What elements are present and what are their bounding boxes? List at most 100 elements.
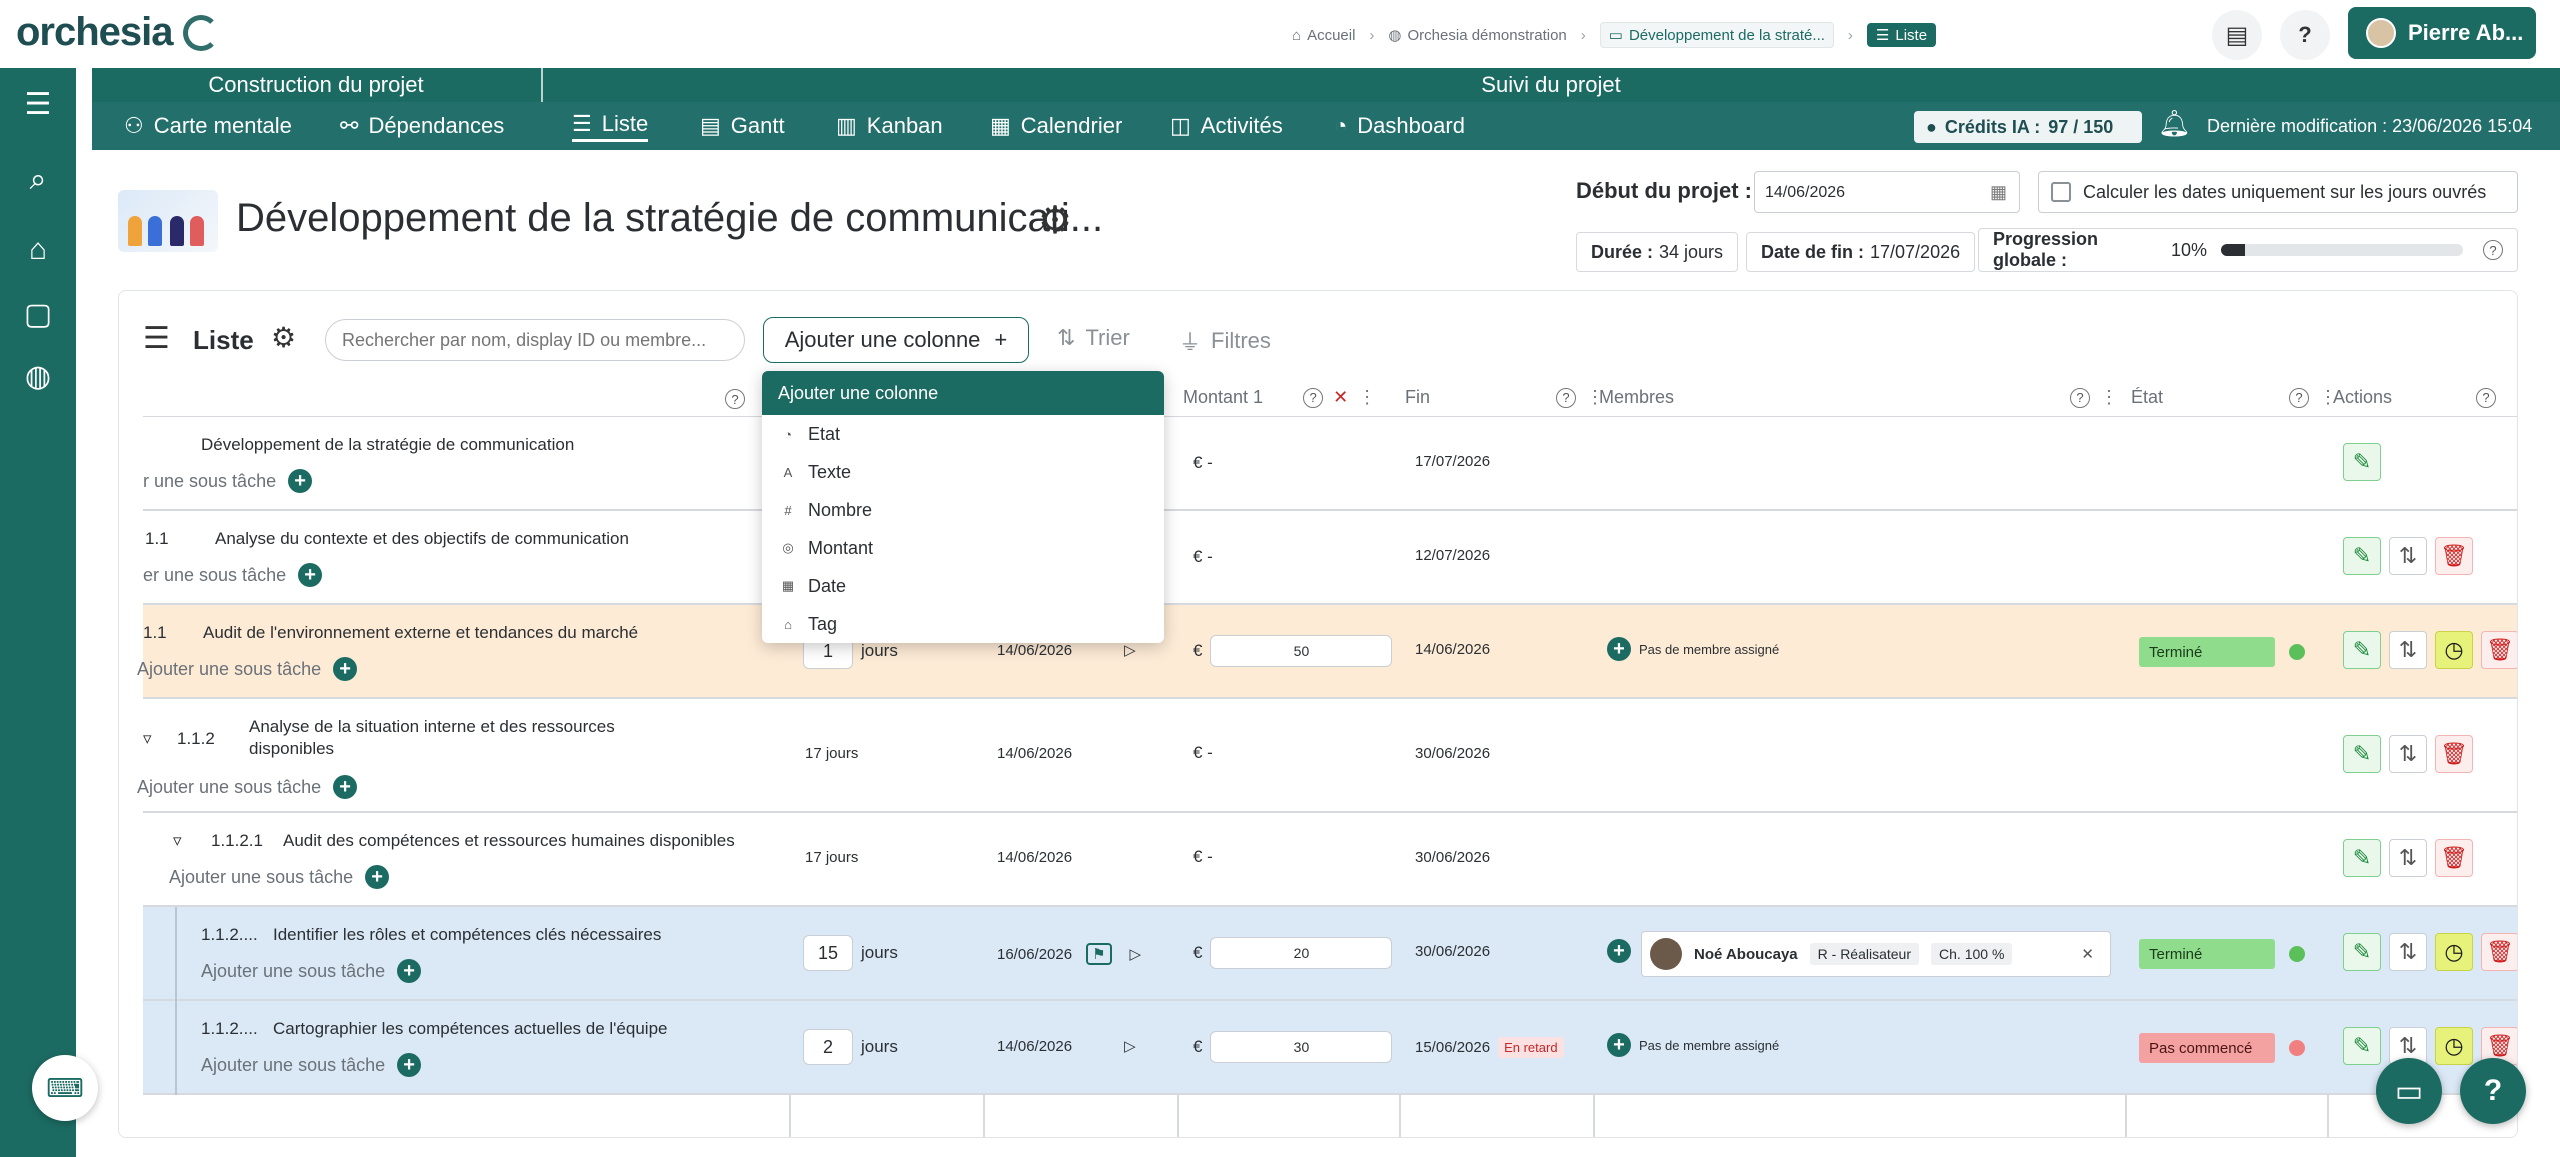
delete-icon[interactable]: 🗑︎ xyxy=(2481,631,2517,669)
edit-icon[interactable]: ✎ xyxy=(2343,933,2381,971)
add-column-button[interactable]: Ajouter une colonne + xyxy=(763,317,1029,363)
help-icon[interactable]: ? xyxy=(2483,240,2503,260)
move-icon[interactable]: ⇅ xyxy=(2389,933,2427,971)
col-montant[interactable]: Montant 1? ✕ ⋮ xyxy=(1183,387,1376,408)
help-button[interactable]: ? xyxy=(2460,1058,2526,1124)
help-icon[interactable]: ? xyxy=(2476,387,2497,408)
table-row[interactable]: 1.1.2.... Cartographier les compétences … xyxy=(143,1001,2517,1095)
assign-member[interactable]: + Pas de membre assigné xyxy=(1607,1033,1779,1057)
col-fin[interactable]: Fin? ⋮ xyxy=(1405,387,1604,408)
sort-button[interactable]: ⇅ Trier xyxy=(1057,325,1130,351)
task-name[interactable]: Audit de l'environnement externe et tend… xyxy=(203,623,638,643)
more-icon[interactable]: ⋮ xyxy=(1358,387,1376,408)
add-subtask[interactable]: Ajouter une sous tâche + xyxy=(201,1053,422,1077)
orchesia-logo[interactable]: orchesia xyxy=(16,10,219,55)
task-name[interactable]: Audit des compétences et ressources huma… xyxy=(283,831,735,851)
help-icon[interactable]: ? xyxy=(2289,387,2310,408)
breadcrumb-project[interactable]: ▭ Développement de la straté... xyxy=(1599,22,1834,48)
edit-icon[interactable]: ✎ xyxy=(2343,443,2381,481)
search-icon[interactable]: ⌕ xyxy=(20,162,56,198)
plus-icon[interactable]: + xyxy=(397,959,422,983)
delete-icon[interactable]: 🗑︎ xyxy=(2481,933,2517,971)
table-row[interactable]: ▿ 1.1.2.1 Audit des compétences et resso… xyxy=(143,813,2517,907)
breadcrumb-workspace[interactable]: ◍ Orchesia démonstration xyxy=(1388,26,1566,45)
list-settings-gear-icon[interactable]: ⚙ xyxy=(271,321,296,354)
help-icon[interactable]: ? xyxy=(725,389,745,409)
flag-icon[interactable]: ⚑ xyxy=(1086,943,1112,965)
globe-icon[interactable]: ◍ xyxy=(20,358,56,394)
dropdown-item-texte[interactable]: A Texte xyxy=(762,453,1164,491)
bell-icon[interactable]: 🔔︎ xyxy=(2158,108,2191,139)
play-icon[interactable]: ▷ xyxy=(1124,641,1136,659)
task-name[interactable]: Développement de la stratégie de communi… xyxy=(201,435,574,455)
help-icon[interactable]: ? xyxy=(2070,387,2091,408)
duration[interactable]: 15 jours xyxy=(803,935,898,971)
tab-activites[interactable]: ◫ Activités xyxy=(1170,110,1283,142)
dropdown-item-montant[interactable]: ◎ Montant xyxy=(762,529,1164,567)
table-row[interactable]: 1.1 Analyse du contexte et des objectifs… xyxy=(143,511,2517,605)
plus-icon[interactable]: + xyxy=(333,775,358,799)
edit-icon[interactable]: ✎ xyxy=(2343,631,2381,669)
plus-icon[interactable]: + xyxy=(1607,637,1631,661)
delete-icon[interactable]: 🗑︎ xyxy=(2435,839,2473,877)
amount[interactable]: €50 xyxy=(1193,635,1393,667)
add-subtask[interactable]: r une sous tâche + xyxy=(143,469,313,493)
assistant-button[interactable]: ⌨ xyxy=(32,1055,98,1121)
plus-icon[interactable]: + xyxy=(288,469,313,493)
move-icon[interactable]: ⇅ xyxy=(2389,839,2427,877)
delete-icon[interactable]: 🗑︎ xyxy=(2435,735,2473,773)
plus-icon[interactable]: + xyxy=(397,1053,422,1077)
workdays-checkbox[interactable]: Calculer les dates uniquement sur les jo… xyxy=(2038,171,2518,213)
task-name[interactable]: Analyse du contexte et des objectifs de … xyxy=(215,529,629,549)
add-subtask[interactable]: er une sous tâche + xyxy=(143,563,323,587)
play-icon[interactable]: ▷ xyxy=(1130,945,1142,963)
help-icon[interactable]: ? xyxy=(2280,10,2330,60)
dropdown-item-tag[interactable]: ⌂ Tag xyxy=(762,605,1164,643)
add-subtask[interactable]: Ajouter une sous tâche + xyxy=(137,657,358,681)
chat-button[interactable]: ▭ xyxy=(2376,1058,2442,1124)
table-row[interactable]: 1.1 Audit de l'environnement externe et … xyxy=(137,605,2517,699)
edit-icon[interactable]: ✎ xyxy=(2343,537,2381,575)
table-row[interactable]: ▿ 1.1.2 Analyse de la situation interne … xyxy=(137,699,2517,813)
timer-icon[interactable]: ◷ xyxy=(2435,631,2473,669)
col-etat[interactable]: État? ⋮ xyxy=(2131,387,2337,408)
add-subtask[interactable]: Ajouter une sous tâche + xyxy=(169,865,390,889)
dropdown-item-nombre[interactable]: # Nombre xyxy=(762,491,1164,529)
edit-icon[interactable]: ✎ xyxy=(2343,839,2381,877)
user-menu-button[interactable]: Pierre Ab... xyxy=(2348,7,2536,59)
dropdown-item-date[interactable]: ▦ Date xyxy=(762,567,1164,605)
home-icon[interactable]: ⌂ xyxy=(20,232,56,268)
plus-icon[interactable]: + xyxy=(1607,939,1631,963)
start-date-input[interactable]: 14/06/2026 ▦ xyxy=(1754,171,2020,213)
timer-icon[interactable]: ◷ xyxy=(2435,933,2473,971)
add-subtask[interactable]: Ajouter une sous tâche + xyxy=(137,775,358,799)
collapse-icon[interactable]: ▿ xyxy=(173,831,182,851)
filter-button[interactable]: ⏚ Filtres xyxy=(1179,325,1271,357)
breadcrumb-current[interactable]: ☰ Liste xyxy=(1866,23,1937,47)
timer-icon[interactable]: ◷ xyxy=(2435,1027,2473,1065)
tab-gantt[interactable]: ▤ Gantt xyxy=(700,110,785,142)
task-name[interactable]: Cartographier les compétences actuelles … xyxy=(273,1019,667,1039)
tab-kanban[interactable]: ▥ Kanban xyxy=(836,110,943,142)
project-settings-gear-icon[interactable]: ⚙ xyxy=(1038,198,1072,243)
plus-icon[interactable]: + xyxy=(333,657,358,681)
task-name[interactable]: Identifier les rôles et compétences clés… xyxy=(273,925,661,945)
menu-icon[interactable]: ☰ xyxy=(20,86,56,122)
table-row[interactable]: 1.1.2.... Identifier les rôles et compét… xyxy=(143,907,2517,1001)
close-icon[interactable]: ✕ xyxy=(1333,387,1348,408)
calendar-icon[interactable]: ▦ xyxy=(1990,182,2007,203)
plus-icon[interactable]: + xyxy=(298,563,323,587)
plus-icon[interactable]: + xyxy=(1607,1033,1631,1057)
search-input[interactable] xyxy=(325,319,745,361)
help-icon[interactable]: ? xyxy=(1303,387,1324,408)
more-icon[interactable]: ⋮ xyxy=(2100,387,2118,408)
edit-icon[interactable]: ✎ xyxy=(2343,1027,2381,1065)
plus-icon[interactable]: + xyxy=(365,865,390,889)
member-chip[interactable]: Noé Aboucaya R - Réalisateur Ch. 100 % ✕ xyxy=(1641,931,2111,977)
amount[interactable]: €20 xyxy=(1193,937,1393,969)
ai-credits[interactable]: ● Crédits IA :97 / 150 xyxy=(1914,111,2142,143)
breadcrumb-home[interactable]: ⌂ Accueil xyxy=(1292,27,1355,44)
tab-calendrier[interactable]: ▦ Calendrier xyxy=(990,110,1122,142)
tab-carte-mentale[interactable]: ⚇ Carte mentale xyxy=(124,110,292,142)
delete-icon[interactable]: 🗑︎ xyxy=(2435,537,2473,575)
